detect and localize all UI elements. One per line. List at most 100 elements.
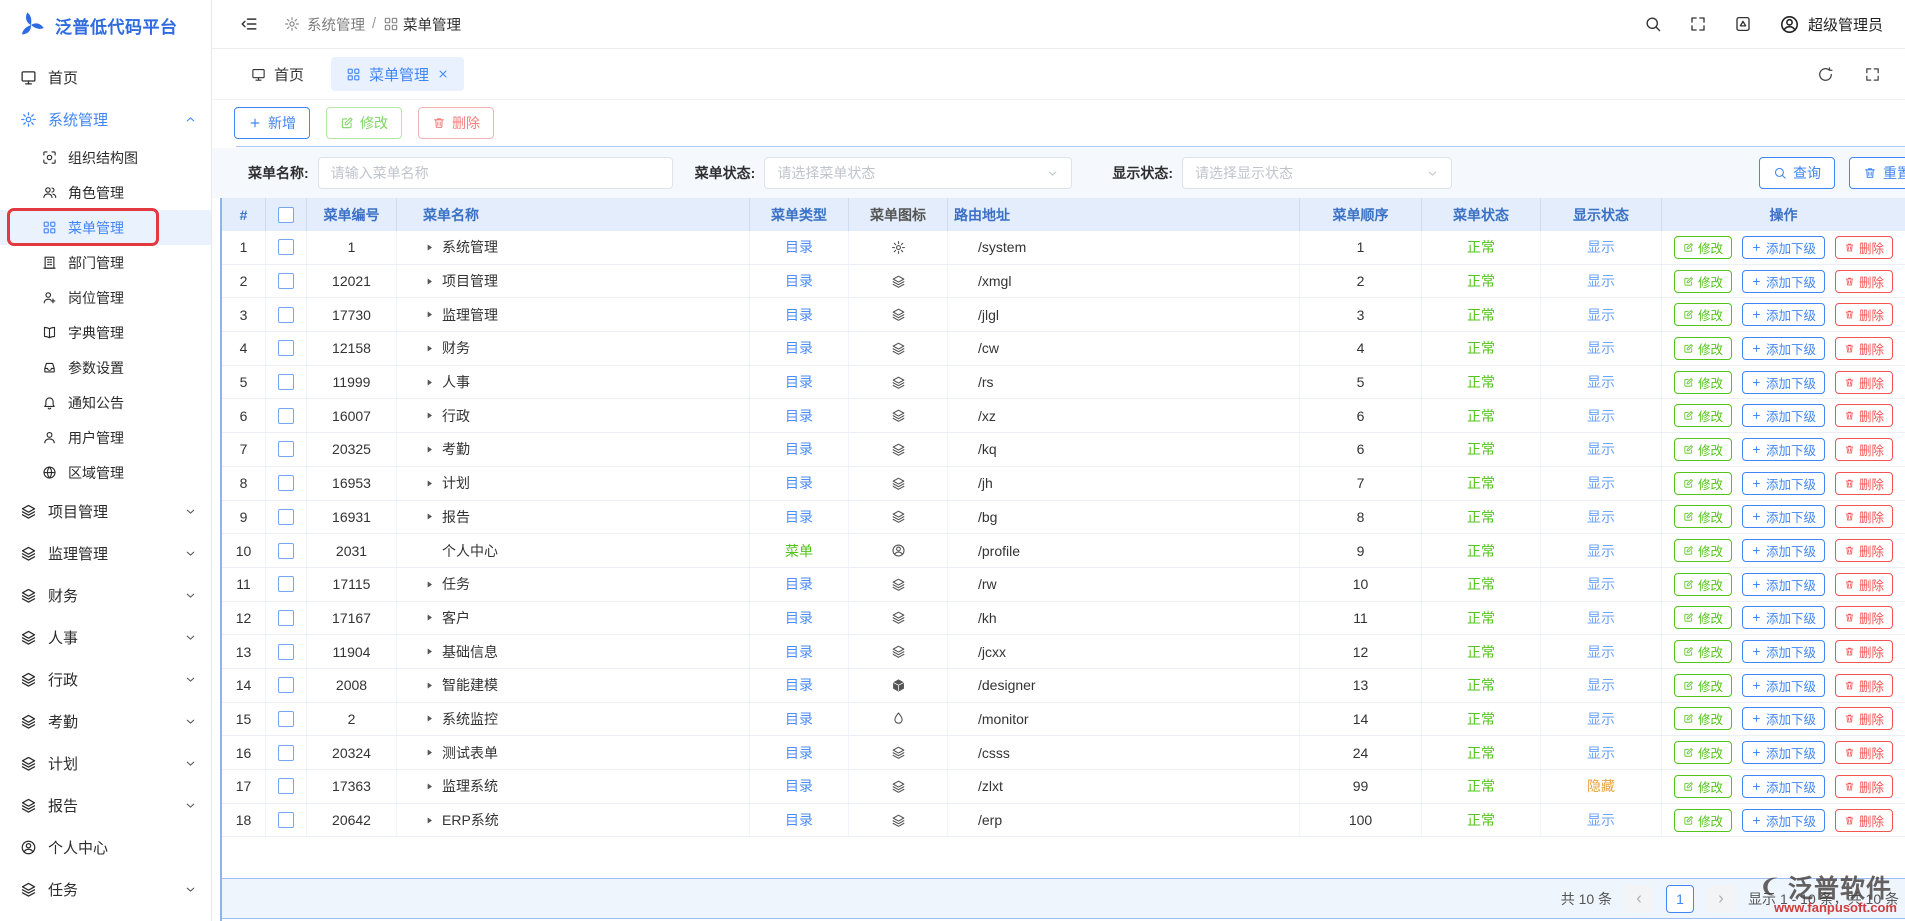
display-status-select[interactable]: 请选择显示状态: [1182, 157, 1452, 189]
row-add-child-button[interactable]: 添加下级: [1742, 404, 1825, 427]
close-icon[interactable]: [437, 68, 449, 80]
row-edit-button[interactable]: 修改: [1674, 505, 1732, 528]
row-checkbox[interactable]: [278, 610, 294, 626]
row-add-child-button[interactable]: 添加下级: [1742, 539, 1825, 562]
row-edit-button[interactable]: 修改: [1674, 236, 1732, 259]
expand-caret-icon[interactable]: [423, 276, 435, 287]
row-add-child-button[interactable]: 添加下级: [1742, 371, 1825, 394]
row-edit-button[interactable]: 修改: [1674, 741, 1732, 764]
row-checkbox[interactable]: [278, 812, 294, 828]
row-edit-button[interactable]: 修改: [1674, 640, 1732, 663]
expand-caret-icon[interactable]: [423, 377, 435, 388]
expand-caret-icon[interactable]: [423, 242, 435, 253]
row-edit-button[interactable]: 修改: [1674, 472, 1732, 495]
sidebar-collapse-icon[interactable]: [240, 15, 258, 33]
sidebar-item-任务[interactable]: 任务: [0, 868, 211, 910]
sidebar-item-岗位管理[interactable]: 岗位管理: [0, 280, 211, 315]
sidebar-item-首页[interactable]: 首页: [0, 56, 211, 98]
row-add-child-button[interactable]: 添加下级: [1742, 337, 1825, 360]
sidebar-item-用户管理[interactable]: 用户管理: [0, 420, 211, 455]
content-fullscreen-icon[interactable]: [1864, 66, 1881, 83]
tab-菜单管理[interactable]: 菜单管理: [331, 57, 464, 91]
row-delete-button[interactable]: 删除: [1835, 573, 1893, 596]
row-edit-button[interactable]: 修改: [1674, 539, 1732, 562]
search-button[interactable]: 查询: [1759, 157, 1835, 189]
prev-page-button[interactable]: [1625, 885, 1653, 913]
row-add-child-button[interactable]: 添加下级: [1742, 573, 1825, 596]
row-add-child-button[interactable]: 添加下级: [1742, 505, 1825, 528]
sidebar-item-区域管理[interactable]: 区域管理: [0, 455, 211, 490]
row-checkbox[interactable]: [278, 441, 294, 457]
expand-caret-icon[interactable]: [423, 781, 435, 792]
row-checkbox[interactable]: [278, 475, 294, 491]
sidebar-item-角色管理[interactable]: 角色管理: [0, 175, 211, 210]
expand-caret-icon[interactable]: [423, 309, 435, 320]
tab-首页[interactable]: 首页: [236, 57, 319, 91]
row-edit-button[interactable]: 修改: [1674, 371, 1732, 394]
row-edit-button[interactable]: 修改: [1674, 606, 1732, 629]
row-edit-button[interactable]: 修改: [1674, 303, 1732, 326]
row-edit-button[interactable]: 修改: [1674, 337, 1732, 360]
row-delete-button[interactable]: 删除: [1835, 337, 1893, 360]
expand-caret-icon[interactable]: [423, 343, 435, 354]
expand-caret-icon[interactable]: [423, 612, 435, 623]
user-menu[interactable]: 超级管理员: [1779, 14, 1883, 35]
row-edit-button[interactable]: 修改: [1674, 270, 1732, 293]
row-delete-button[interactable]: 删除: [1835, 640, 1893, 663]
row-delete-button[interactable]: 删除: [1835, 270, 1893, 293]
row-checkbox[interactable]: [278, 543, 294, 559]
row-delete-button[interactable]: 删除: [1835, 606, 1893, 629]
sidebar-item-通知公告[interactable]: 通知公告: [0, 385, 211, 420]
row-add-child-button[interactable]: 添加下级: [1742, 809, 1825, 832]
sidebar-item-计划[interactable]: 计划: [0, 742, 211, 784]
row-edit-button[interactable]: 修改: [1674, 404, 1732, 427]
breadcrumb-parent[interactable]: 系统管理: [307, 14, 365, 35]
sidebar-item-行政[interactable]: 行政: [0, 658, 211, 700]
row-checkbox[interactable]: [278, 239, 294, 255]
row-add-child-button[interactable]: 添加下级: [1742, 438, 1825, 461]
expand-caret-icon[interactable]: [423, 646, 435, 657]
row-add-child-button[interactable]: 添加下级: [1742, 707, 1825, 730]
row-delete-button[interactable]: 删除: [1835, 236, 1893, 259]
row-checkbox[interactable]: [278, 509, 294, 525]
row-delete-button[interactable]: 删除: [1835, 775, 1893, 798]
row-add-child-button[interactable]: 添加下级: [1742, 674, 1825, 697]
row-delete-button[interactable]: 删除: [1835, 303, 1893, 326]
row-checkbox[interactable]: [278, 778, 294, 794]
row-checkbox[interactable]: [278, 576, 294, 592]
expand-caret-icon[interactable]: [423, 747, 435, 758]
row-edit-button[interactable]: 修改: [1674, 438, 1732, 461]
row-delete-button[interactable]: 删除: [1835, 472, 1893, 495]
next-page-button[interactable]: [1707, 885, 1735, 913]
row-delete-button[interactable]: 删除: [1835, 539, 1893, 562]
row-edit-button[interactable]: 修改: [1674, 674, 1732, 697]
row-add-child-button[interactable]: 添加下级: [1742, 270, 1825, 293]
row-checkbox[interactable]: [278, 273, 294, 289]
sidebar-item-组织结构图[interactable]: 组织结构图: [0, 140, 211, 175]
sidebar-item-人事[interactable]: 人事: [0, 616, 211, 658]
expand-caret-icon[interactable]: [423, 815, 435, 826]
expand-caret-icon[interactable]: [423, 579, 435, 590]
row-delete-button[interactable]: 删除: [1835, 809, 1893, 832]
sidebar-item-菜单管理[interactable]: 菜单管理: [0, 210, 211, 245]
row-delete-button[interactable]: 删除: [1835, 741, 1893, 764]
expand-caret-icon[interactable]: [423, 410, 435, 421]
edit-button[interactable]: 修改: [326, 107, 402, 139]
row-delete-button[interactable]: 删除: [1835, 404, 1893, 427]
menu-status-select[interactable]: 请选择菜单状态: [764, 157, 1072, 189]
fullscreen-icon[interactable]: [1689, 15, 1707, 33]
row-edit-button[interactable]: 修改: [1674, 775, 1732, 798]
row-edit-button[interactable]: 修改: [1674, 573, 1732, 596]
delete-button[interactable]: 删除: [418, 107, 494, 139]
row-checkbox[interactable]: [278, 644, 294, 660]
row-checkbox[interactable]: [278, 711, 294, 727]
row-add-child-button[interactable]: 添加下级: [1742, 303, 1825, 326]
sidebar-item-财务[interactable]: 财务: [0, 574, 211, 616]
sidebar-item-个人中心[interactable]: 个人中心: [0, 826, 211, 868]
expand-caret-icon[interactable]: [423, 680, 435, 691]
row-edit-button[interactable]: 修改: [1674, 707, 1732, 730]
expand-caret-icon[interactable]: [423, 511, 435, 522]
sidebar-item-项目管理[interactable]: 项目管理: [0, 490, 211, 532]
row-delete-button[interactable]: 删除: [1835, 438, 1893, 461]
reset-button[interactable]: 重置: [1849, 157, 1905, 189]
